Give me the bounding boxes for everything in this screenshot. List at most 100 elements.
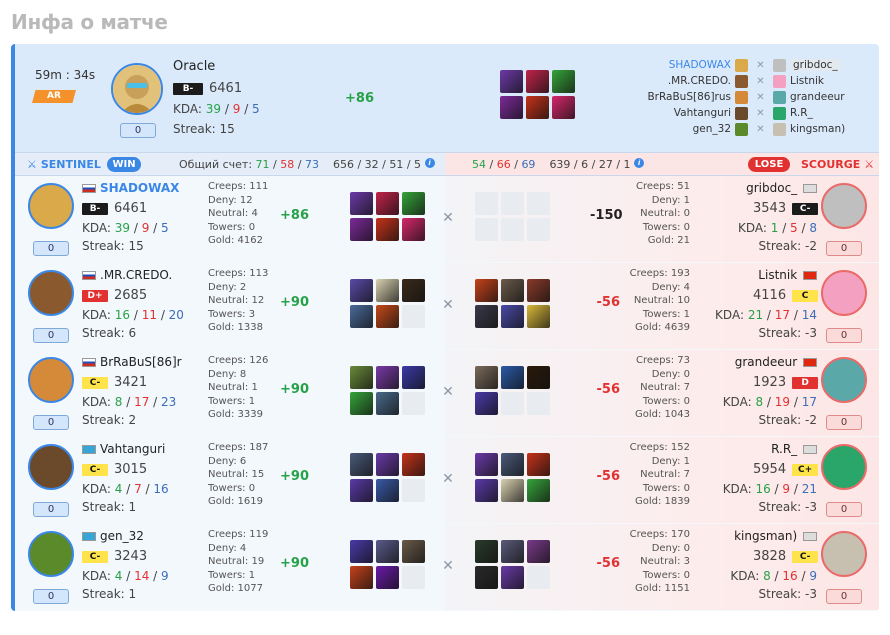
hero-avatar[interactable] — [821, 357, 867, 403]
player-counter[interactable]: 0 — [826, 328, 862, 343]
player-item-slot[interactable] — [376, 305, 399, 328]
player-item-slot[interactable] — [402, 392, 425, 415]
player-item-slot[interactable] — [376, 479, 399, 502]
featured-item-slot[interactable] — [526, 70, 549, 93]
player-counter[interactable]: 0 — [33, 241, 69, 256]
hero-avatar[interactable] — [821, 531, 867, 577]
lineup-sentinel-player[interactable]: BrRaBuS[86]rus — [647, 91, 731, 103]
player-item-slot[interactable] — [376, 218, 399, 241]
player-item-slot[interactable] — [376, 566, 399, 589]
player-nick[interactable]: grandeeur — [715, 355, 817, 369]
hero-avatar[interactable] — [821, 270, 867, 316]
featured-nick[interactable]: Oracle — [173, 59, 215, 74]
player-item-slot[interactable] — [475, 218, 498, 241]
player-item-slot[interactable] — [350, 479, 373, 502]
featured-hero-avatar[interactable] — [111, 63, 163, 115]
player-item-slot[interactable] — [475, 392, 498, 415]
player-item-slot[interactable] — [402, 192, 425, 215]
player-item-slot[interactable] — [501, 366, 524, 389]
player-item-slot[interactable] — [350, 366, 373, 389]
featured-item-slot[interactable] — [500, 70, 523, 93]
lineup-sentinel-player[interactable]: SHADOWAX — [669, 59, 731, 71]
player-item-slot[interactable] — [350, 218, 373, 241]
player-item-slot[interactable] — [475, 566, 498, 589]
lineup-scourge-player[interactable]: grandeeur — [790, 91, 845, 103]
player-item-slot[interactable] — [527, 192, 550, 215]
featured-item-slot[interactable] — [500, 96, 523, 119]
player-nick[interactable]: gen_32 — [82, 529, 144, 543]
player-item-slot[interactable] — [501, 566, 524, 589]
player-item-slot[interactable] — [402, 540, 425, 563]
player-item-slot[interactable] — [350, 392, 373, 415]
player-item-slot[interactable] — [376, 392, 399, 415]
player-item-slot[interactable] — [501, 192, 524, 215]
player-item-slot[interactable] — [501, 279, 524, 302]
player-nick[interactable]: .MR.CREDO. — [82, 268, 172, 282]
hero-avatar[interactable] — [28, 531, 74, 577]
hero-avatar[interactable] — [28, 357, 74, 403]
player-counter[interactable]: 0 — [33, 589, 69, 604]
player-item-slot[interactable] — [350, 305, 373, 328]
player-item-slot[interactable] — [376, 366, 399, 389]
lineup-sentinel-player[interactable]: gen_32 — [693, 123, 731, 135]
player-item-slot[interactable] — [527, 366, 550, 389]
lineup-scourge-player[interactable]: Listnik — [790, 75, 824, 87]
player-counter[interactable]: 0 — [826, 502, 862, 517]
player-nick[interactable]: Vahtanguri — [82, 442, 165, 456]
featured-item-slot[interactable] — [526, 96, 549, 119]
lineup-scourge-player[interactable]: kingsman) — [790, 123, 845, 135]
player-nick[interactable]: gribdoc_ — [715, 181, 817, 195]
lineup-sentinel-player[interactable]: .MR.CREDO. — [668, 75, 731, 87]
hero-avatar[interactable] — [28, 183, 74, 229]
player-item-slot[interactable] — [527, 392, 550, 415]
player-item-slot[interactable] — [350, 279, 373, 302]
player-item-slot[interactable] — [527, 479, 550, 502]
player-item-slot[interactable] — [402, 218, 425, 241]
player-item-slot[interactable] — [527, 540, 550, 563]
player-counter[interactable]: 0 — [33, 502, 69, 517]
player-item-slot[interactable] — [475, 305, 498, 328]
player-item-slot[interactable] — [501, 479, 524, 502]
player-item-slot[interactable] — [475, 192, 498, 215]
player-item-slot[interactable] — [475, 479, 498, 502]
player-item-slot[interactable] — [350, 566, 373, 589]
player-counter[interactable]: 0 — [826, 589, 862, 604]
featured-counter[interactable]: 0 — [120, 123, 156, 138]
player-item-slot[interactable] — [376, 540, 399, 563]
player-item-slot[interactable] — [501, 453, 524, 476]
player-item-slot[interactable] — [475, 279, 498, 302]
hero-avatar[interactable] — [821, 444, 867, 490]
featured-item-slot[interactable] — [552, 70, 575, 93]
player-item-slot[interactable] — [350, 453, 373, 476]
featured-item-slot[interactable] — [552, 96, 575, 119]
player-counter[interactable]: 0 — [826, 415, 862, 430]
lineup-scourge-player[interactable]: R.R_ — [790, 107, 813, 119]
lineup-scourge-player[interactable]: gribdoc_ — [790, 59, 841, 71]
player-nick[interactable]: R.R_ — [715, 442, 817, 456]
info-icon[interactable]: i — [424, 158, 435, 168]
player-item-slot[interactable] — [350, 192, 373, 215]
player-item-slot[interactable] — [402, 479, 425, 502]
hero-avatar[interactable] — [821, 183, 867, 229]
player-nick[interactable]: BrRaBuS[86]r — [82, 355, 182, 369]
player-counter[interactable]: 0 — [33, 415, 69, 430]
player-item-slot[interactable] — [376, 192, 399, 215]
player-item-slot[interactable] — [402, 566, 425, 589]
player-item-slot[interactable] — [350, 540, 373, 563]
player-item-slot[interactable] — [501, 218, 524, 241]
hero-avatar[interactable] — [28, 270, 74, 316]
info-icon[interactable]: i — [634, 158, 645, 168]
hero-avatar[interactable] — [28, 444, 74, 490]
player-item-slot[interactable] — [501, 305, 524, 328]
player-item-slot[interactable] — [402, 366, 425, 389]
player-item-slot[interactable] — [527, 566, 550, 589]
player-item-slot[interactable] — [475, 366, 498, 389]
player-counter[interactable]: 0 — [33, 328, 69, 343]
player-counter[interactable]: 0 — [826, 241, 862, 256]
player-item-slot[interactable] — [501, 392, 524, 415]
player-item-slot[interactable] — [402, 453, 425, 476]
player-item-slot[interactable] — [376, 279, 399, 302]
player-item-slot[interactable] — [527, 453, 550, 476]
player-item-slot[interactable] — [475, 540, 498, 563]
player-item-slot[interactable] — [527, 305, 550, 328]
